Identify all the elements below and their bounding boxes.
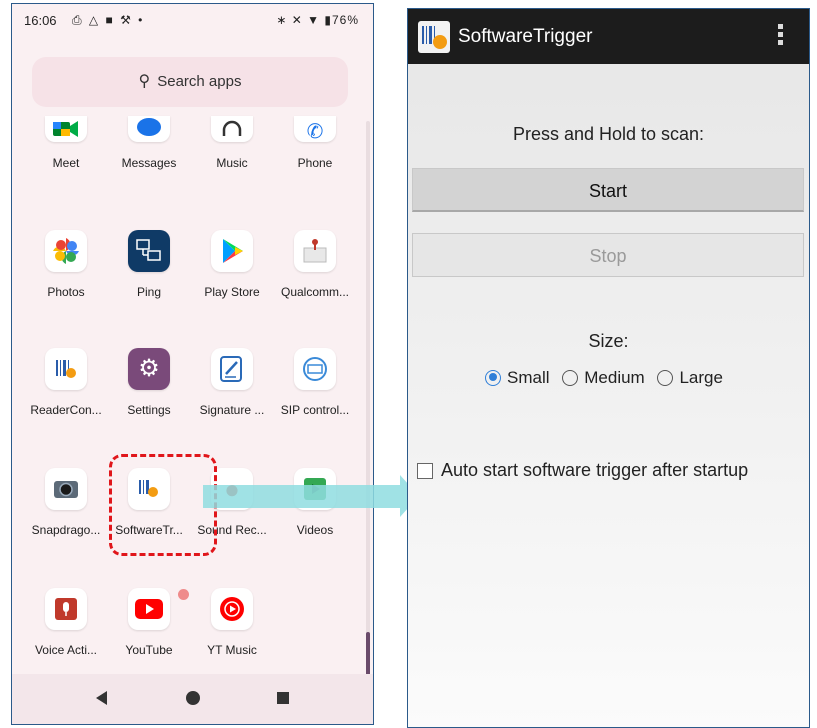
back-icon[interactable]	[96, 691, 107, 705]
app-signature[interactable]: Signature ...	[190, 348, 274, 417]
messages-icon	[128, 116, 170, 142]
app-yt-music[interactable]: YT Music	[190, 588, 274, 657]
size-radio-group: Small Medium Large	[485, 367, 731, 388]
scrollbar-track[interactable]	[366, 121, 370, 681]
app-label: YT Music	[207, 643, 257, 657]
app-label: Qualcomm...	[280, 285, 349, 299]
network-icon	[128, 230, 170, 272]
status-bar: 16:06 ⎙ △ ■ ⚒ • ∗ ✕ ▼ ▮76%	[12, 4, 373, 34]
gear-icon: ⚙	[128, 348, 170, 390]
app-label: Settings	[127, 403, 171, 417]
headphones-icon	[211, 116, 253, 142]
app-label: Photos	[47, 285, 85, 299]
app-title: SoftwareTrigger	[458, 26, 593, 47]
app-qualcomm[interactable]: Qualcomm...	[273, 230, 357, 299]
youtube-icon	[128, 588, 170, 630]
instruction-text: Press and Hold to scan:	[512, 124, 705, 144]
recents-icon[interactable]	[277, 692, 289, 704]
app-label: Signature ...	[199, 403, 265, 417]
app-label: Meet	[52, 156, 80, 170]
mute-icon: ✕	[291, 13, 303, 27]
wifi-icon: ▼	[307, 13, 321, 27]
pinwheel-icon	[45, 230, 87, 272]
app-label: ReaderCon...	[30, 403, 102, 417]
phone-icon: ✆	[294, 116, 336, 142]
highlight-softwaretrigger	[109, 454, 217, 556]
notification-dot	[178, 589, 189, 600]
app-ping[interactable]: Ping	[107, 230, 191, 299]
app-label: Play Store	[204, 285, 260, 299]
home-icon[interactable]	[186, 691, 200, 705]
size-small-radio[interactable]	[485, 369, 501, 386]
app-play-store[interactable]: Play Store	[190, 230, 274, 299]
status-time: 16:06	[24, 13, 57, 28]
app-label: Ping	[136, 285, 162, 299]
software-trigger-logo-icon	[418, 21, 450, 53]
app-label: Music	[216, 156, 248, 170]
signature-pen-icon	[211, 348, 253, 390]
app-messages[interactable]: Messages	[107, 116, 191, 170]
size-large-radio[interactable]	[657, 369, 674, 386]
app-readercon[interactable]: ReaderCon...	[24, 348, 108, 417]
battery-level: 76%	[331, 13, 359, 27]
arrow-connector	[203, 485, 400, 508]
battery-icon: ▮	[324, 13, 332, 27]
qualcomm-tool-icon	[294, 230, 336, 272]
app-label: Messages	[121, 156, 177, 170]
app-settings[interactable]: ⚙ Settings	[107, 348, 191, 417]
app-label: Videos	[296, 523, 334, 537]
app-snapdragon[interactable]: Snapdrago...	[24, 468, 108, 537]
size-large-label[interactable]: Large	[679, 368, 722, 388]
size-medium-radio[interactable]	[562, 369, 579, 386]
app-meet[interactable]: Meet	[24, 116, 108, 170]
play-store-icon	[211, 230, 253, 272]
search-apps-bar[interactable]: ⚲ Search apps	[32, 57, 348, 107]
auto-start-option[interactable]: Auto start software trigger after startu…	[417, 460, 748, 481]
app-label: Voice Acti...	[34, 643, 98, 657]
size-small-label[interactable]: Small	[507, 368, 550, 388]
app-label: SIP control...	[280, 403, 350, 417]
app-music[interactable]: Music	[190, 116, 274, 170]
overflow-menu-icon[interactable]	[778, 24, 783, 48]
app-drawer-screen: 16:06 ⎙ △ ■ ⚒ • ∗ ✕ ▼ ▮76% ⚲ Search apps …	[11, 3, 374, 725]
size-label: Size:	[588, 331, 629, 351]
start-button[interactable]: Start	[412, 168, 804, 212]
auto-start-label[interactable]: Auto start software trigger after startu…	[441, 460, 748, 480]
app-photos[interactable]: Photos	[24, 230, 108, 299]
camera-icon	[45, 468, 87, 510]
app-label: Snapdrago...	[31, 523, 101, 537]
microphone-icon	[45, 588, 87, 630]
yt-music-icon	[211, 588, 253, 630]
search-placeholder: Search apps	[157, 73, 242, 90]
app-voice-action[interactable]: Voice Acti...	[24, 588, 108, 657]
navigation-bar	[12, 674, 373, 724]
app-bar: SoftwareTrigger	[408, 9, 809, 64]
app-phone[interactable]: ✆ Phone	[273, 116, 357, 170]
keyboard-icon	[294, 348, 336, 390]
system-icons: ∗ ✕ ▼ ▮76%	[276, 13, 359, 27]
size-medium-label[interactable]: Medium	[584, 368, 644, 388]
barcode-reader-icon	[45, 348, 87, 390]
auto-start-checkbox[interactable]	[417, 463, 433, 480]
software-trigger-screen: SoftwareTrigger Press and Hold to scan: …	[407, 8, 810, 728]
notification-icons: ⎙ △ ■ ⚒ •	[72, 13, 145, 27]
app-sip-control[interactable]: SIP control...	[273, 348, 357, 417]
app-label: Phone	[297, 156, 333, 170]
stop-button[interactable]: Stop	[412, 233, 804, 277]
search-icon: ⚲	[138, 73, 151, 90]
meet-icon	[45, 116, 87, 142]
app-youtube[interactable]: YouTube	[107, 588, 191, 657]
bluetooth-icon: ∗	[276, 13, 288, 27]
app-label: YouTube	[125, 643, 173, 657]
